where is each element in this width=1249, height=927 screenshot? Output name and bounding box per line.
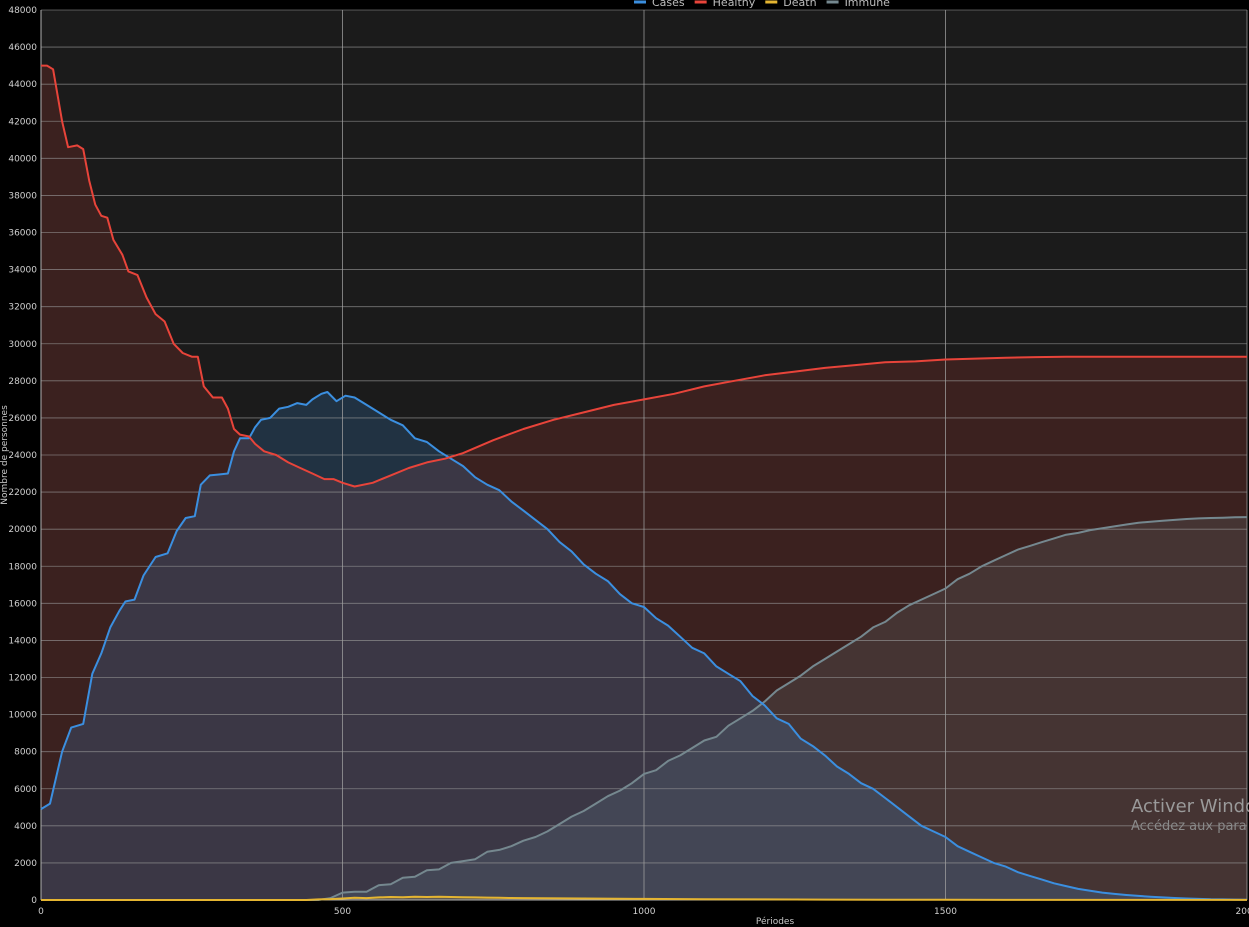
y-tick-label: 12000 (8, 674, 37, 684)
y-tick-label: 20000 (8, 525, 37, 535)
x-tick-label: 2000 (1236, 907, 1249, 917)
windows-activation-watermark: Activer Windo Accédez aux para (1131, 796, 1249, 836)
y-tick-label: 8000 (14, 748, 37, 758)
y-tick-label: 40000 (8, 154, 37, 164)
y-tick-label: 10000 (8, 711, 37, 721)
y-tick-label: 2000 (14, 859, 37, 869)
y-tick-label: 36000 (8, 229, 37, 239)
y-tick-label: 34000 (8, 266, 37, 276)
area-chart: 0200040006000800010000120001400016000180… (0, 0, 1249, 927)
y-tick-label: 26000 (8, 414, 37, 424)
y-tick-label: 48000 (8, 6, 37, 16)
y-tick-label: 38000 (8, 191, 37, 201)
y-tick-label: 16000 (8, 599, 37, 609)
watermark-title: Activer Windo (1131, 796, 1249, 817)
y-tick-label: 4000 (14, 822, 37, 832)
legend-label-immune: Immune (845, 0, 891, 9)
watermark-subtitle: Accédez aux para (1131, 819, 1247, 834)
x-tick-label: 500 (334, 907, 351, 917)
y-tick-label: 28000 (8, 377, 37, 387)
y-axis-title: Nombre de personnes (0, 405, 10, 505)
legend-label-death: Death (783, 0, 816, 9)
y-tick-label: 44000 (8, 80, 37, 90)
x-axis-title: Périodes (756, 916, 795, 927)
y-tick-label: 32000 (8, 303, 37, 313)
legend-label-cases: Cases (652, 0, 685, 9)
y-tick-label: 22000 (8, 488, 37, 498)
x-tick-label: 1000 (633, 907, 656, 917)
y-tick-label: 14000 (8, 636, 37, 646)
x-tick-label: 0 (38, 907, 44, 917)
y-tick-label: 42000 (8, 117, 37, 127)
y-tick-label: 6000 (14, 785, 37, 795)
legend-label-healthy: Healthy (713, 0, 756, 9)
y-tick-label: 18000 (8, 562, 37, 572)
y-tick-label: 0 (31, 896, 37, 906)
x-tick-label: 1500 (934, 907, 957, 917)
y-tick-label: 46000 (8, 43, 37, 53)
y-tick-label: 24000 (8, 451, 37, 461)
y-tick-label: 30000 (8, 340, 37, 350)
